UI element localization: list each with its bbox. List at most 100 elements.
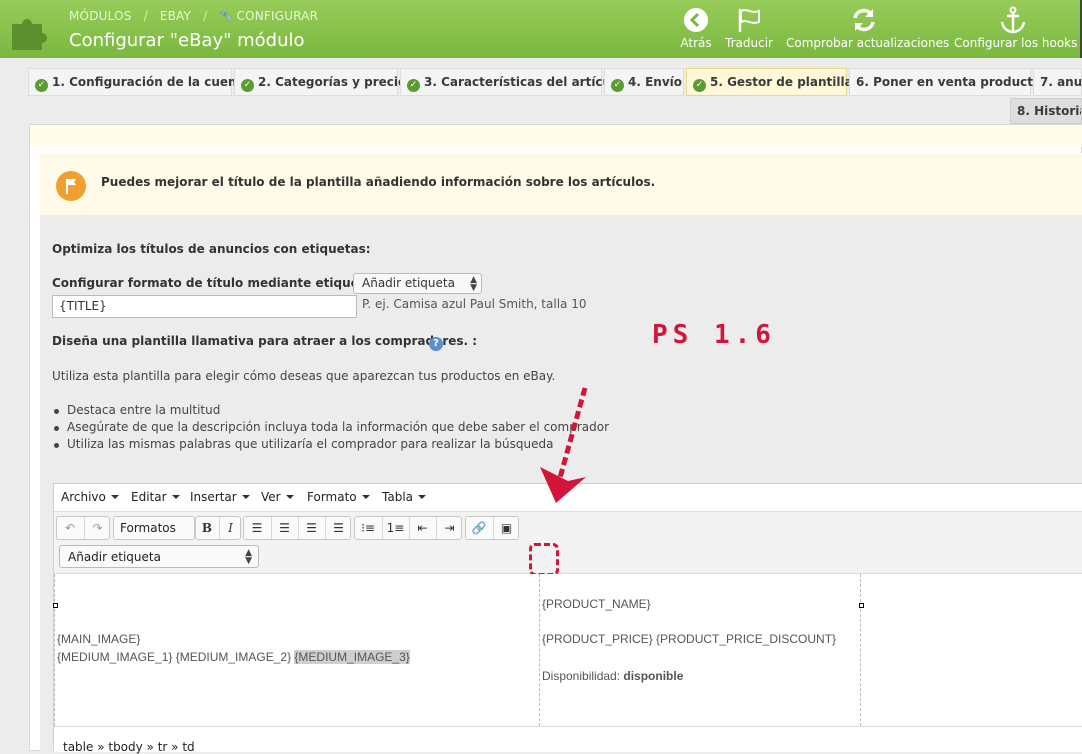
tab-label: 4. Envío <box>628 75 683 89</box>
bullet-list-icon: ⁝≡ <box>361 521 375 535</box>
main-image-tag: {MAIN_IMAGE} <box>57 632 141 646</box>
design-heading: Diseña una plantilla llamativa para atra… <box>52 334 478 348</box>
redo-button[interactable]: ↷ <box>84 517 110 539</box>
anchor-icon <box>1000 6 1026 34</box>
resize-handle[interactable] <box>859 603 864 608</box>
image-button[interactable]: ▣ <box>493 517 519 539</box>
outdent-button[interactable]: ⇤ <box>409 517 435 539</box>
menu-table[interactable]: Tabla <box>382 490 427 504</box>
align-left-icon: ☰ <box>251 521 263 535</box>
caret-down-icon <box>361 495 370 499</box>
tab-list-products[interactable]: 6. Poner en venta productos <box>849 68 1048 96</box>
title-format-label: Configurar formato de título mediante et… <box>52 276 380 290</box>
history-group: ↶ ↷ <box>56 516 110 540</box>
translate-button[interactable]: Traducir <box>724 6 774 54</box>
check-updates-button[interactable]: Comprobar actualizaciones <box>786 6 949 54</box>
link-button[interactable]: 🔗 <box>466 517 492 539</box>
align-left-button[interactable]: ☰ <box>244 517 270 539</box>
optimize-heading: Optimiza los títulos de anuncios con eti… <box>52 242 371 256</box>
breadcrumb-ebay[interactable]: EBAY <box>160 9 191 23</box>
select-value: Añadir etiqueta <box>362 276 455 290</box>
caret-down-icon <box>241 495 250 499</box>
image-icon: ▣ <box>500 521 513 535</box>
availability-line: Disponibilidad: disponible <box>542 669 683 683</box>
back-button[interactable]: Atrás <box>680 6 712 54</box>
tab-shipping[interactable]: ✓ 4. Envío <box>604 68 684 96</box>
caret-down-icon <box>110 495 119 499</box>
breadcrumb-modules[interactable]: MÓDULOS <box>69 9 132 23</box>
title-format-input[interactable]: {TITLE} <box>52 295 357 318</box>
breadcrumb-configure[interactable]: CONFIGURAR <box>237 9 319 23</box>
back-label: Atrás <box>680 36 712 50</box>
notice-text: Puedes mejorar el título de la plantilla… <box>101 175 656 189</box>
list-indent-group: ⁝≡ 1≡ ⇤ ⇥ <box>354 516 462 540</box>
tab-announcements[interactable]: 7. anur <box>1033 68 1082 96</box>
tab-item-features[interactable]: ✓ 3. Características del artículo <box>400 68 623 96</box>
table-cell-product[interactable]: {PRODUCT_NAME} {PRODUCT_PRICE} {PRODUCT_… <box>539 574 860 726</box>
tab-label: 1. Configuración de la cuenta <box>52 75 251 89</box>
insert-group: 🔗 ▣ <box>465 516 519 540</box>
title-tag-select[interactable]: Añadir etiqueta ▲ ▼ <box>353 273 482 294</box>
element-path: table » tbody » tr » td <box>63 740 195 754</box>
config-tabs: ✓ 1. Configuración de la cuenta ✓ 2. Categ… <box>28 68 1082 96</box>
table-cell-images[interactable]: {MAIN_IMAGE} {MEDIUM_IMAGE_1} {MEDIUM_IM… <box>53 574 539 726</box>
help-icon[interactable]: ? <box>429 337 443 351</box>
configure-hooks-button[interactable]: Configurar los hooks <box>954 6 1078 54</box>
text-style-group: B I <box>195 516 241 540</box>
bullet-list-button[interactable]: ⁝≡ <box>355 517 381 539</box>
tab-categories-prices[interactable]: ✓ 2. Categorías y precios <box>234 68 413 96</box>
align-right-icon: ☰ <box>306 521 317 535</box>
menu-format[interactable]: Formato <box>307 490 370 504</box>
editor-statusbar: table » tbody » tr » td <box>54 726 1082 754</box>
link-icon: 🔗 <box>471 521 487 535</box>
check-icon: ✓ <box>35 79 48 92</box>
menu-file[interactable]: Archivo <box>61 490 119 504</box>
configure-hooks-label: Configurar los hooks <box>954 36 1078 50</box>
menu-label: Ver <box>261 490 281 504</box>
tab-history[interactable]: 8. Historial <box>1010 98 1082 124</box>
tab-label: 2. Categorías y precios <box>258 75 414 89</box>
bold-button[interactable]: B <box>196 517 218 539</box>
menu-insert[interactable]: Insertar <box>190 490 250 504</box>
formats-label: Formatos <box>120 521 176 535</box>
menu-view[interactable]: Ver <box>261 490 294 504</box>
menu-label: Insertar <box>190 490 237 504</box>
medium-image-tags-text: {MEDIUM_IMAGE_1} {MEDIUM_IMAGE_2} <box>57 650 292 664</box>
outdent-icon: ⇤ <box>417 521 428 535</box>
formats-dropdown[interactable]: Formatos <box>113 516 195 540</box>
undo-button[interactable]: ↶ <box>57 517 83 539</box>
editor-content[interactable]: {MAIN_IMAGE} {MEDIUM_IMAGE_1} {MEDIUM_IM… <box>53 574 1082 726</box>
list-item: Destaca entre la multitud <box>52 403 609 420</box>
numbered-list-button[interactable]: 1≡ <box>382 517 408 539</box>
flag-badge-icon <box>56 171 86 201</box>
info-notice: Puedes mejorar el título de la plantilla… <box>40 153 1082 217</box>
updown-arrows-icon: ▲ ▼ <box>245 548 252 566</box>
italic-button[interactable]: I <box>219 517 241 539</box>
rich-text-editor: Archivo Editar Insertar Ver Formato Tabl… <box>53 483 1082 754</box>
align-right-button[interactable]: ☰ <box>298 517 324 539</box>
resize-handle[interactable] <box>53 603 58 608</box>
check-icon: ✓ <box>611 79 624 92</box>
menu-label: Archivo <box>61 490 106 504</box>
bold-icon: B <box>201 521 213 535</box>
template-usage-text: Utiliza esta plantilla para elegir cómo … <box>52 369 556 383</box>
menu-label: Tabla <box>382 490 414 504</box>
editor-tag-select[interactable]: Añadir etiqueta ▲ ▼ <box>59 545 259 568</box>
align-center-button[interactable]: ☰ <box>271 517 297 539</box>
flag-icon <box>738 9 760 32</box>
table-cell-empty[interactable] <box>859 574 1082 726</box>
panel-top-band <box>30 125 1082 147</box>
page-title: Configurar "eBay" módulo <box>69 30 305 51</box>
indent-button[interactable]: ⇥ <box>436 517 462 539</box>
align-justify-button[interactable]: ☰ <box>325 517 351 539</box>
tab-account-config[interactable]: ✓ 1. Configuración de la cuenta <box>28 68 250 96</box>
tab-label: 3. Características del artículo <box>424 75 624 89</box>
caret-down-icon <box>171 495 180 499</box>
breadcrumb-separator: / <box>143 9 148 23</box>
tab-label: 8. Historial <box>1017 104 1081 118</box>
list-item: Utiliza las mismas palabras que utilizar… <box>52 437 609 454</box>
align-center-icon: ☰ <box>279 521 290 535</box>
tab-template-manager[interactable]: ✓ 5. Gestor de plantillas <box>686 68 860 96</box>
menu-edit[interactable]: Editar <box>131 490 180 504</box>
check-icon: ✓ <box>241 79 254 92</box>
